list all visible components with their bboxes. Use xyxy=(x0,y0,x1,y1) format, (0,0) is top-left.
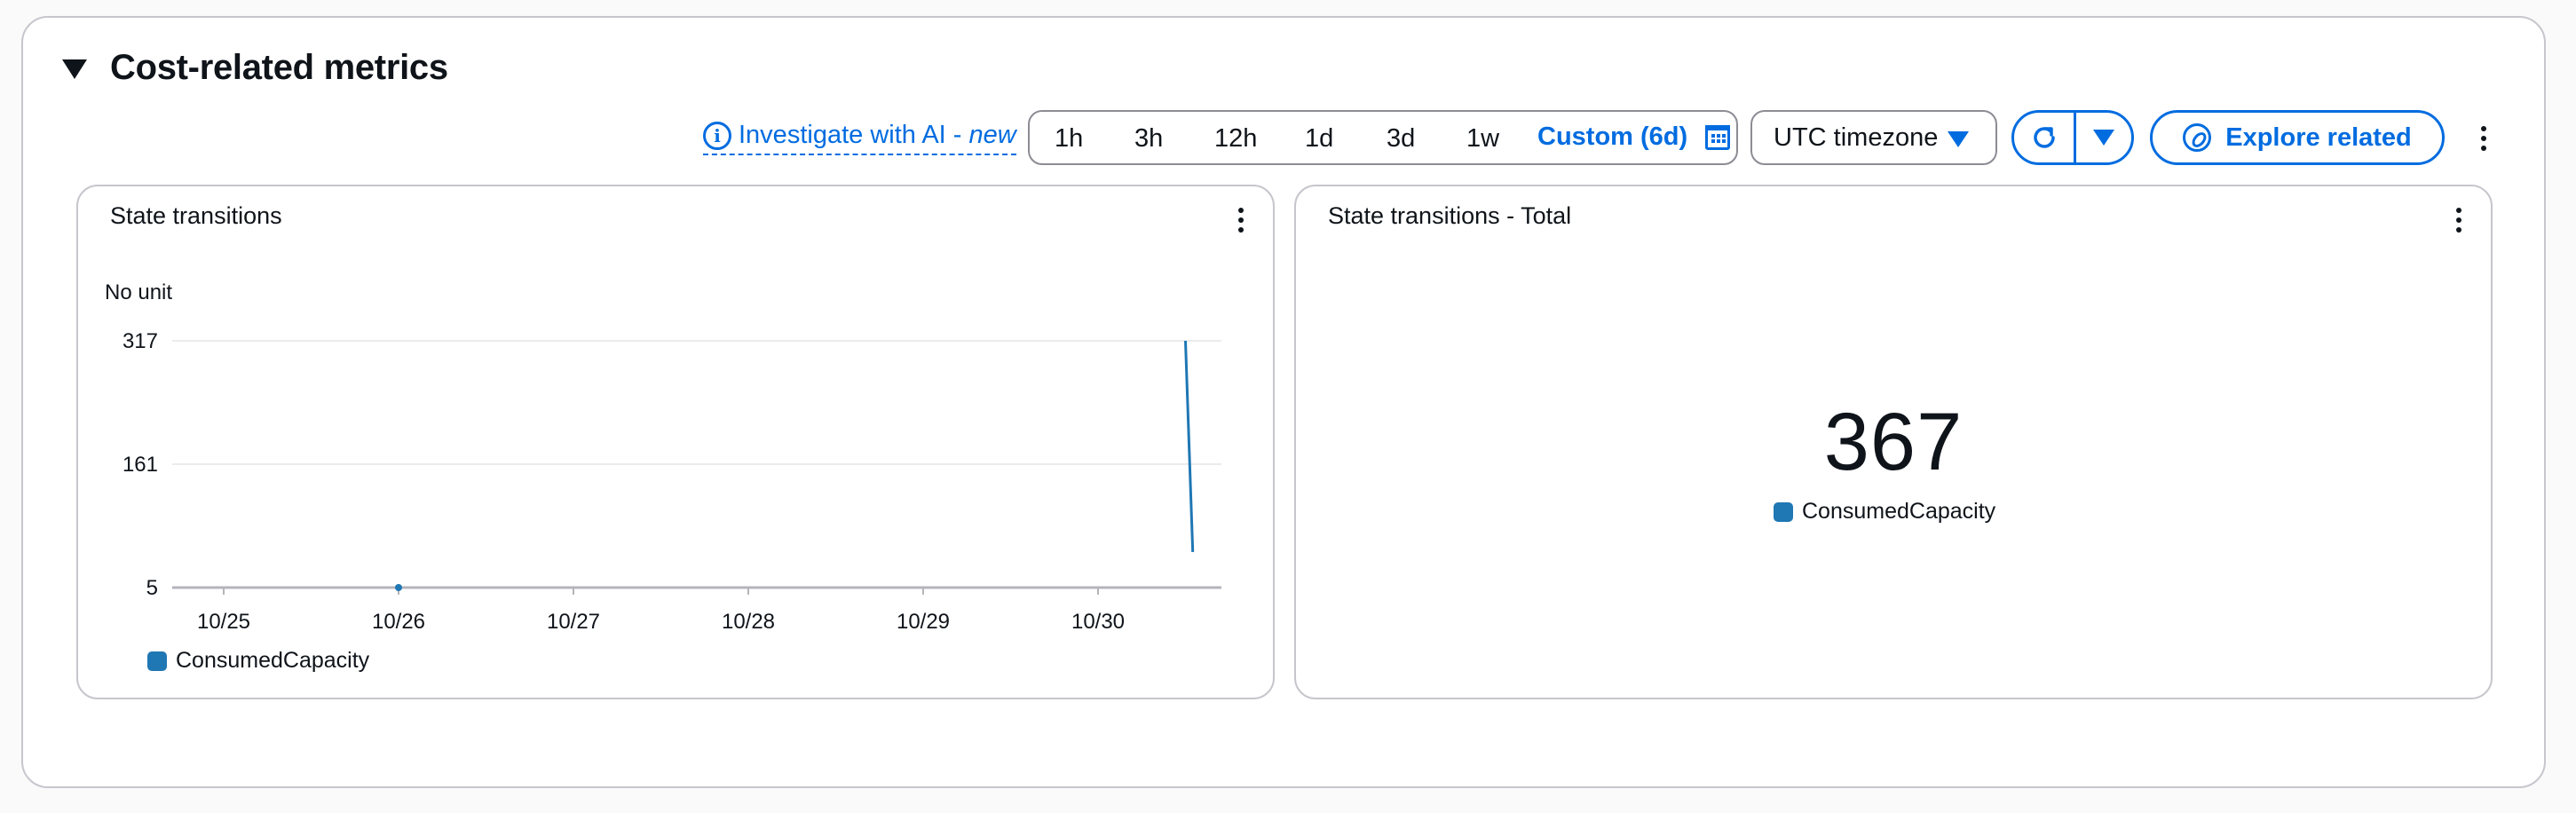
investigate-label: Investigate with AI - xyxy=(739,121,962,149)
range-custom-label: Custom (6d) xyxy=(1537,122,1688,151)
x-tick-label: 10/27 xyxy=(547,610,600,634)
section-more-actions-icon[interactable] xyxy=(2475,126,2493,151)
y-tick-label: 317 xyxy=(122,329,158,353)
range-1w-button[interactable]: 1w xyxy=(1466,124,1499,154)
x-tick-label: 10/28 xyxy=(722,610,775,634)
refresh-options-dropdown[interactable] xyxy=(2076,113,2131,162)
range-3d-button[interactable]: 3d xyxy=(1387,124,1415,154)
calendar-icon xyxy=(1705,124,1731,150)
range-1h-button[interactable]: 1h xyxy=(1055,124,1083,154)
line-chart: 5 161 317 10/25 10/26 10/27 10/28 10/29 10/30 xyxy=(122,329,1221,634)
timezone-value: UTC timezone xyxy=(1774,122,1939,152)
time-range-selector: 1h 3h 12h 1d 3d 1w Custom (6d) xyxy=(1028,110,1738,165)
collapse-caret-icon[interactable] xyxy=(62,59,87,79)
caret-down-icon xyxy=(1948,131,1969,147)
range-12h-button[interactable]: 12h xyxy=(1214,124,1257,154)
explore-related-button[interactable]: Explore related xyxy=(2150,110,2445,165)
widget-more-actions-icon[interactable] xyxy=(2450,208,2468,233)
legend-swatch xyxy=(147,651,167,671)
compass-icon xyxy=(2183,123,2212,152)
legend-label: ConsumedCapacity xyxy=(176,648,370,673)
refresh-button[interactable] xyxy=(2014,113,2076,162)
x-tick-label: 10/29 xyxy=(897,610,950,634)
x-tick-label: 10/25 xyxy=(197,610,250,634)
range-3h-button[interactable]: 3h xyxy=(1134,124,1163,154)
refresh-split-button xyxy=(2011,110,2134,165)
range-1d-button[interactable]: 1d xyxy=(1305,124,1333,154)
refresh-icon xyxy=(2033,127,2055,148)
total-value: 367 xyxy=(1823,397,1964,487)
chart-legend[interactable]: ConsumedCapacity xyxy=(147,648,369,674)
explore-related-label: Explore related xyxy=(2225,122,2412,152)
legend-label: ConsumedCapacity xyxy=(1802,499,1996,524)
x-tick-label: 10/30 xyxy=(1071,610,1125,634)
total-legend[interactable]: ConsumedCapacity xyxy=(1774,499,1995,525)
section-header[interactable]: Cost-related metrics xyxy=(62,48,448,88)
data-point xyxy=(395,584,402,591)
investigate-with-ai-link[interactable]: i Investigate with AI - new xyxy=(703,121,1016,155)
range-custom-button[interactable]: Custom (6d) xyxy=(1537,122,1731,152)
x-tick-label: 10/26 xyxy=(372,610,425,634)
y-tick-label: 161 xyxy=(122,453,158,477)
investigate-new-label: new xyxy=(968,121,1016,149)
info-icon: i xyxy=(703,121,731,150)
series-line-consumedcapacity xyxy=(1184,340,1195,552)
total-number-widget: State transitions - Total 367 ConsumedCa… xyxy=(1294,185,2493,699)
caret-down-icon xyxy=(2093,130,2114,146)
widget-title: State transitions - Total xyxy=(1328,202,1572,229)
legend-swatch xyxy=(1774,501,1793,522)
section-title: Cost-related metrics xyxy=(110,48,448,87)
timezone-select[interactable]: UTC timezone xyxy=(1750,110,1997,165)
line-chart-widget: State transitions No unit 5 161 317 10/25 10… xyxy=(76,185,1275,699)
y-tick-label: 5 xyxy=(146,576,158,600)
